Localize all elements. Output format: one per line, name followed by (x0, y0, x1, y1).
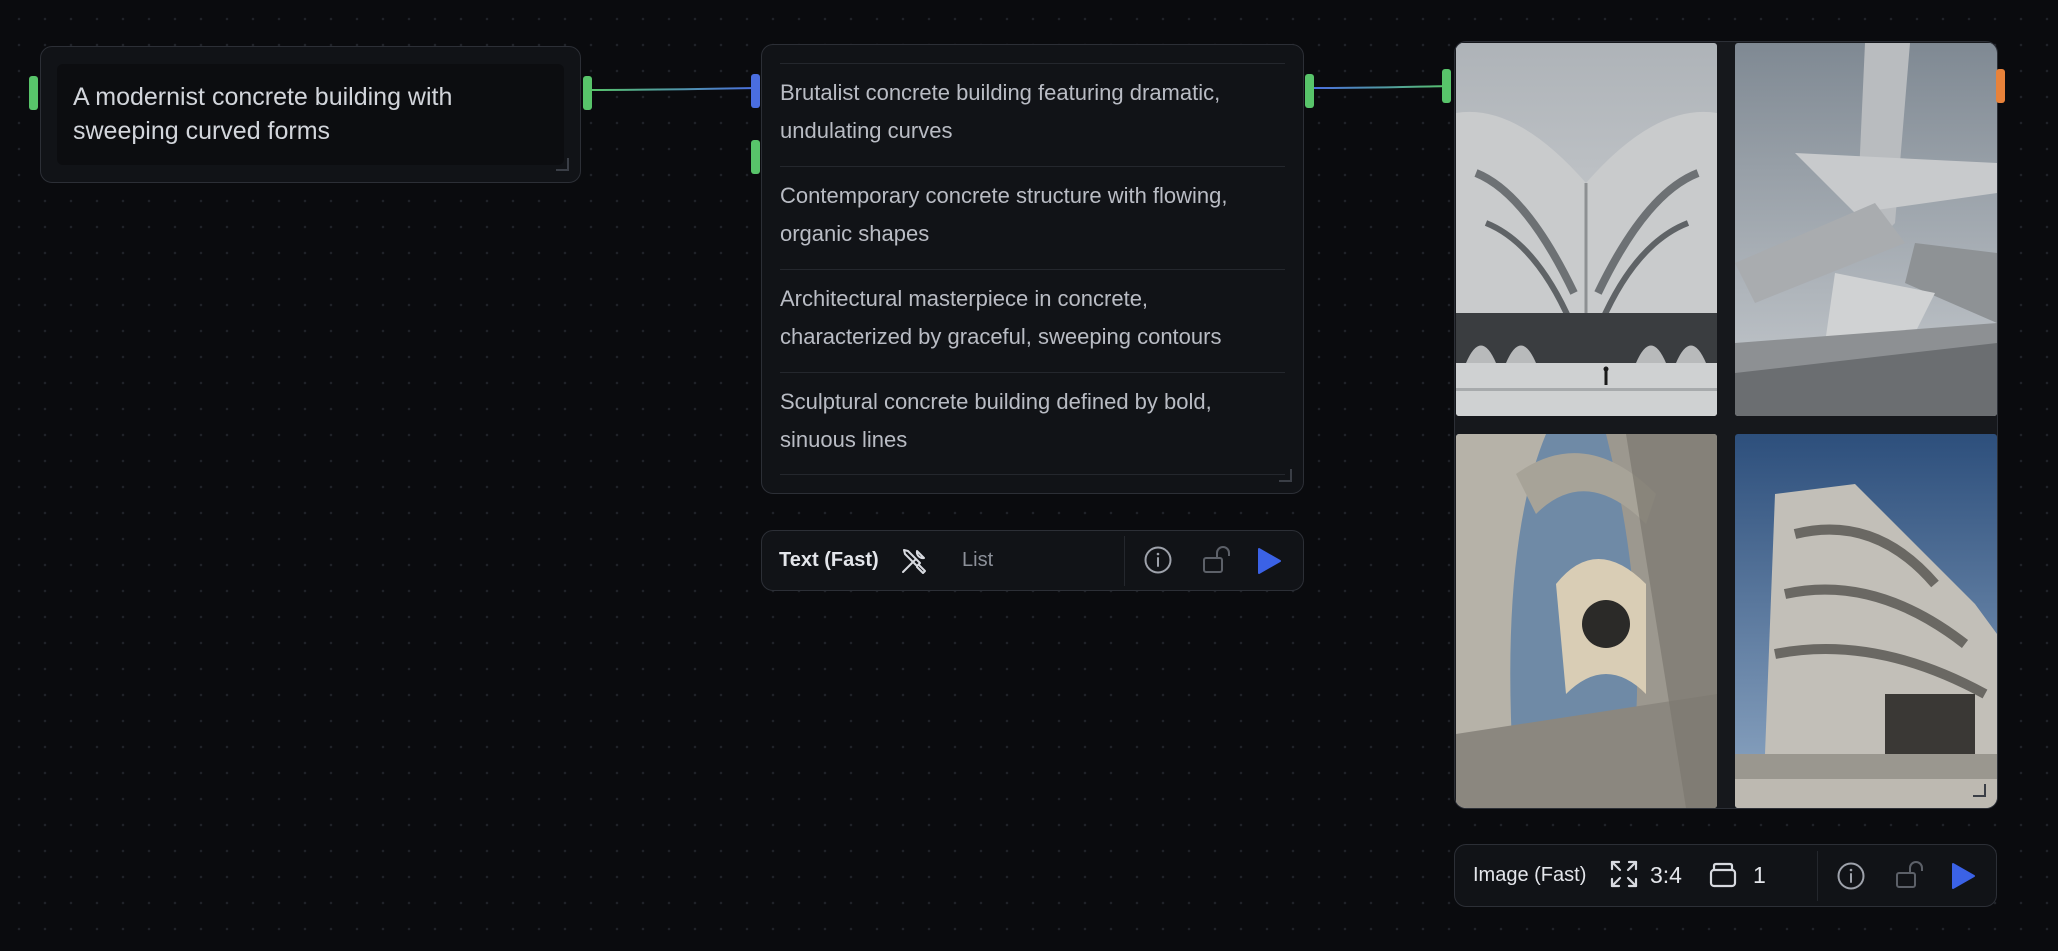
list-item-text: Sculptural concrete building defined by … (780, 389, 1212, 452)
mode-list-label[interactable]: List (962, 549, 993, 572)
prompt-input-handle[interactable] (29, 76, 38, 110)
tools-icon[interactable] (898, 545, 930, 582)
image-output-handle[interactable] (1996, 69, 2005, 103)
unlock-icon[interactable] (1893, 858, 1927, 897)
prompt-text: A modernist concrete building with sweep… (73, 83, 453, 145)
generated-image-3[interactable] (1456, 434, 1717, 808)
text-model-label[interactable]: Text (Fast) (779, 549, 879, 572)
unlock-icon[interactable] (1200, 543, 1234, 582)
generated-image-4[interactable] (1735, 434, 1997, 808)
list-item-text: Contemporary concrete structure with flo… (780, 183, 1228, 246)
image-model-label[interactable]: Image (Fast) (1473, 864, 1586, 887)
list-item[interactable]: Architectural masterpiece in concrete, c… (780, 269, 1285, 356)
image-count-value[interactable]: 1 (1753, 862, 1766, 889)
resize-handle[interactable] (1973, 784, 1986, 797)
generated-image-1[interactable] (1456, 43, 1717, 416)
prompt-output-handle[interactable] (583, 76, 592, 110)
text-list-node[interactable]: Brutalist concrete building featuring dr… (751, 44, 1314, 494)
expand-icon[interactable] (1609, 859, 1639, 894)
play-icon[interactable] (1950, 862, 1976, 895)
stack-icon[interactable] (1708, 860, 1738, 895)
list-item[interactable]: Brutalist concrete building featuring dr… (780, 63, 1285, 150)
prompt-textarea[interactable]: A modernist concrete building with sweep… (57, 64, 564, 165)
edge-prompt-to-list (589, 87, 757, 91)
text-node-toolbar: Text (Fast) List (761, 530, 1304, 591)
edge-list-to-image (1312, 85, 1451, 89)
prompt-node[interactable]: A modernist concrete building with sweep… (29, 46, 592, 183)
aspect-ratio-value[interactable]: 3:4 (1650, 862, 1682, 889)
list-item-text: Architectural masterpiece in concrete, c… (780, 286, 1222, 349)
resize-handle[interactable] (556, 158, 569, 171)
list-output-handle[interactable] (1305, 74, 1314, 108)
list-input-handle[interactable] (751, 74, 760, 108)
play-icon[interactable] (1256, 547, 1282, 580)
generated-image-2[interactable] (1735, 43, 1997, 416)
toolbar-divider (1817, 851, 1818, 901)
image-grid-node[interactable] (1454, 41, 1998, 809)
list-item[interactable]: Contemporary concrete structure with flo… (780, 166, 1285, 253)
toolbar-divider (1124, 536, 1125, 586)
list-item-text: Brutalist concrete building featuring dr… (780, 80, 1221, 143)
image-input-handle[interactable] (1442, 69, 1451, 103)
list-item[interactable]: Sculptural concrete building defined by … (780, 372, 1285, 475)
info-icon[interactable] (1836, 861, 1866, 896)
image-node-toolbar: Image (Fast) 3:4 1 (1454, 844, 1997, 907)
resize-handle[interactable] (1279, 469, 1292, 482)
list-secondary-input-handle[interactable] (751, 140, 760, 174)
info-icon[interactable] (1143, 545, 1173, 580)
